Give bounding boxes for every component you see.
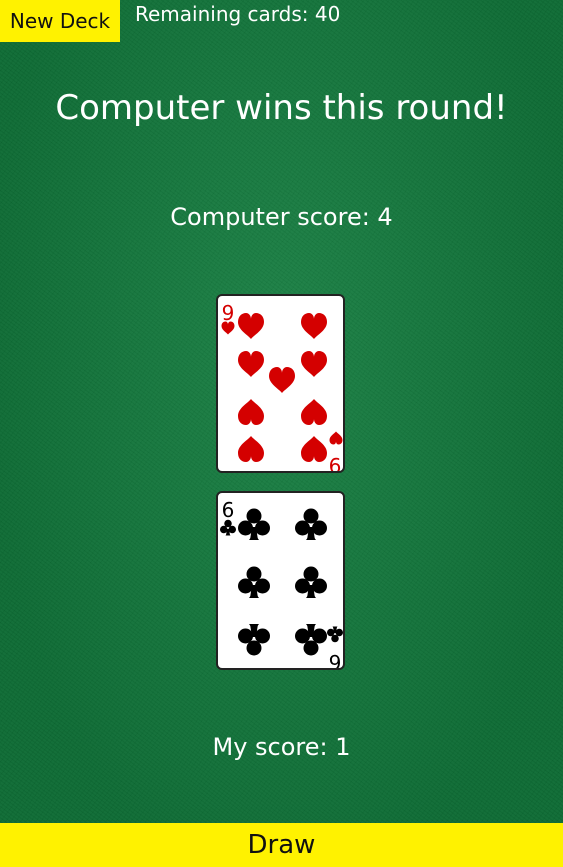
six-of-clubs-face: 6 6 bbox=[220, 498, 343, 668]
computer-score: Computer score: 4 bbox=[170, 203, 393, 231]
rank-label-top: 6 bbox=[222, 498, 235, 522]
remaining-cards-label: Remaining cards: 40 bbox=[135, 2, 341, 26]
rank-label-bottom: 6 bbox=[329, 650, 342, 668]
nine-of-hearts-face: 9 9 bbox=[221, 301, 343, 471]
rank-label-top: 9 bbox=[222, 301, 235, 325]
my-score: My score: 1 bbox=[212, 733, 351, 761]
computer-card: 9 9 bbox=[216, 294, 345, 473]
player-card: 6 6 bbox=[216, 491, 345, 670]
draw-button[interactable]: Draw bbox=[0, 823, 563, 867]
top-bar: New Deck Remaining cards: 40 bbox=[0, 0, 340, 42]
new-deck-button[interactable]: New Deck bbox=[0, 0, 120, 42]
rank-label-bottom: 9 bbox=[329, 453, 342, 471]
round-result-message: Computer wins this round! bbox=[55, 88, 508, 128]
